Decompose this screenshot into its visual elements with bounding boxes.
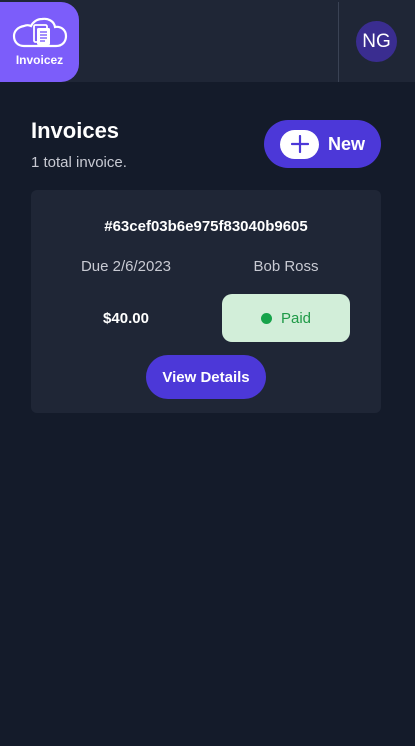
top-bar: Invoicez NG: [0, 0, 415, 82]
invoice-client: Bob Ross: [253, 258, 319, 275]
invoice-count: 1 total invoice.: [31, 154, 127, 171]
status-label: Paid: [280, 309, 312, 327]
view-details-button[interactable]: View Details: [146, 355, 266, 399]
header-divider: [338, 2, 339, 82]
page-title: Invoices: [31, 118, 120, 143]
new-button-label: New: [328, 133, 366, 154]
invoice-id: #63cef03b6e975f83040b9605: [104, 218, 308, 235]
plus-icon: [280, 129, 319, 159]
status-badge: Paid: [222, 294, 350, 342]
new-invoice-button[interactable]: New: [264, 120, 381, 168]
invoice-due-date: Due 2/6/2023: [80, 258, 172, 275]
invoice-amount: $40.00: [103, 310, 149, 327]
app-logo[interactable]: Invoicez: [0, 2, 79, 82]
invoice-card: #63cef03b6e975f83040b9605 Due 2/6/2023 B…: [31, 190, 381, 413]
avatar[interactable]: NG: [356, 21, 397, 62]
app-name: Invoicez: [15, 53, 64, 67]
status-dot-icon: [260, 312, 272, 324]
cloud-document-icon: [12, 17, 68, 49]
